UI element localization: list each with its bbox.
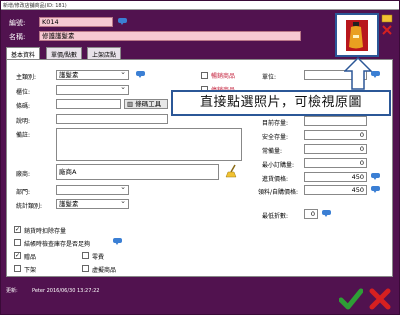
- supplier-label: 廠商:: [16, 171, 31, 178]
- photo-toolbar: [381, 13, 393, 59]
- barcode-field[interactable]: [56, 99, 121, 109]
- gift-label: 贈品: [24, 254, 37, 261]
- product-image-icon: [337, 15, 377, 55]
- barcode-icon: ▥: [127, 100, 136, 108]
- cross-icon: [369, 288, 391, 310]
- chat-icon[interactable]: [113, 238, 123, 245]
- barcode-label: 條碼:: [16, 103, 31, 110]
- unit-label: 單位:: [262, 74, 277, 81]
- delisted-checkbox[interactable]: [14, 265, 21, 272]
- product-photo[interactable]: [335, 13, 379, 57]
- safety-stock-field[interactable]: 0: [304, 130, 367, 140]
- min-order-field[interactable]: 0: [304, 158, 367, 168]
- delete-photo-icon[interactable]: [382, 25, 392, 35]
- supplier-field[interactable]: 廠商A: [56, 164, 219, 180]
- check-stock-label: 結帳時檢查庫存是否足夠: [24, 241, 91, 248]
- main-category-select[interactable]: 護髮素: [56, 70, 129, 80]
- check-stock-checkbox[interactable]: [14, 239, 21, 246]
- purchase-price-label: 進貨價格:: [262, 176, 289, 183]
- stock-label: 目前存量:: [262, 120, 289, 127]
- shelf-label: 櫃位:: [16, 89, 31, 96]
- purchase-price-field[interactable]: 450: [304, 172, 367, 182]
- virtual-item-label: 虛擬商品: [92, 267, 117, 274]
- description-label: 說明:: [16, 118, 31, 125]
- buyback-checkbox[interactable]: [82, 252, 89, 259]
- check-icon: [339, 288, 363, 310]
- callout-arrow: [344, 57, 372, 90]
- callout-tip: 直接點選照片，可檢視原圖: [171, 90, 391, 116]
- retail-price-field[interactable]: 450: [304, 185, 367, 195]
- cancel-button[interactable]: [368, 287, 392, 311]
- min-discount-field[interactable]: 0: [304, 209, 318, 219]
- chat-icon[interactable]: [371, 173, 381, 180]
- retail-price-label: 領料/自購價格:: [258, 189, 299, 196]
- stats-category-label: 統計類別:: [16, 203, 43, 210]
- update-info: 更新: Peter 2016/06/30 13:27:22: [6, 288, 100, 294]
- deduct-stock-label: 銷貨時扣除存量: [24, 228, 67, 235]
- safety-stock-label: 安全存量:: [262, 134, 289, 141]
- name-label: 名稱:: [9, 33, 26, 41]
- chat-icon[interactable]: [136, 71, 146, 78]
- shelf-select[interactable]: [56, 85, 129, 95]
- code-field[interactable]: K014: [39, 17, 113, 27]
- stats-category-select[interactable]: 護髮素: [56, 199, 129, 209]
- department-select[interactable]: [56, 185, 129, 195]
- chat-icon[interactable]: [371, 186, 381, 193]
- stock-field[interactable]: [304, 116, 367, 126]
- normal-stock-label: 常備量:: [262, 148, 283, 155]
- remarks-field[interactable]: [56, 128, 242, 161]
- buyback-label: 零費: [92, 254, 105, 261]
- department-label: 部門:: [16, 189, 31, 196]
- name-field[interactable]: 修護護髮素: [39, 31, 301, 41]
- min-discount-label: 最低折數:: [262, 213, 289, 220]
- chat-icon[interactable]: [118, 18, 128, 25]
- title-bar: 新增/修改店舖商品(ID: 181): [1, 1, 399, 10]
- confirm-button[interactable]: [339, 287, 363, 311]
- broom-icon[interactable]: [225, 164, 239, 178]
- description-field[interactable]: [56, 114, 168, 124]
- window-title: 新增/修改店舖商品(ID: 181): [3, 3, 67, 9]
- delisted-label: 下架: [24, 267, 37, 274]
- main-category-label: 主類別:: [16, 74, 37, 81]
- dialog-window: 新增/修改店舖商品(ID: 181) 編號: K014 名稱: 修護護髮素 基本…: [0, 0, 400, 315]
- normal-stock-field[interactable]: 0: [304, 144, 367, 154]
- gift-checkbox[interactable]: ✓: [14, 252, 21, 259]
- hot-item-label: 暢銷商品: [211, 73, 236, 80]
- code-label: 編號:: [9, 19, 26, 27]
- min-order-label: 最小訂購量:: [262, 162, 295, 169]
- virtual-item-checkbox[interactable]: [82, 265, 89, 272]
- hot-item-checkbox[interactable]: [201, 72, 208, 79]
- tab-price-points[interactable]: 單價/點數: [46, 47, 83, 59]
- chat-icon[interactable]: [322, 210, 332, 217]
- folder-icon[interactable]: [381, 14, 393, 23]
- barcode-tool-button[interactable]: ▥ 條碼工具: [124, 99, 168, 109]
- deduct-stock-checkbox[interactable]: ✓: [14, 226, 21, 233]
- chat-icon[interactable]: [371, 71, 381, 78]
- tab-listed-stores[interactable]: 上架店點: [87, 47, 122, 59]
- remarks-label: 備註:: [16, 132, 31, 139]
